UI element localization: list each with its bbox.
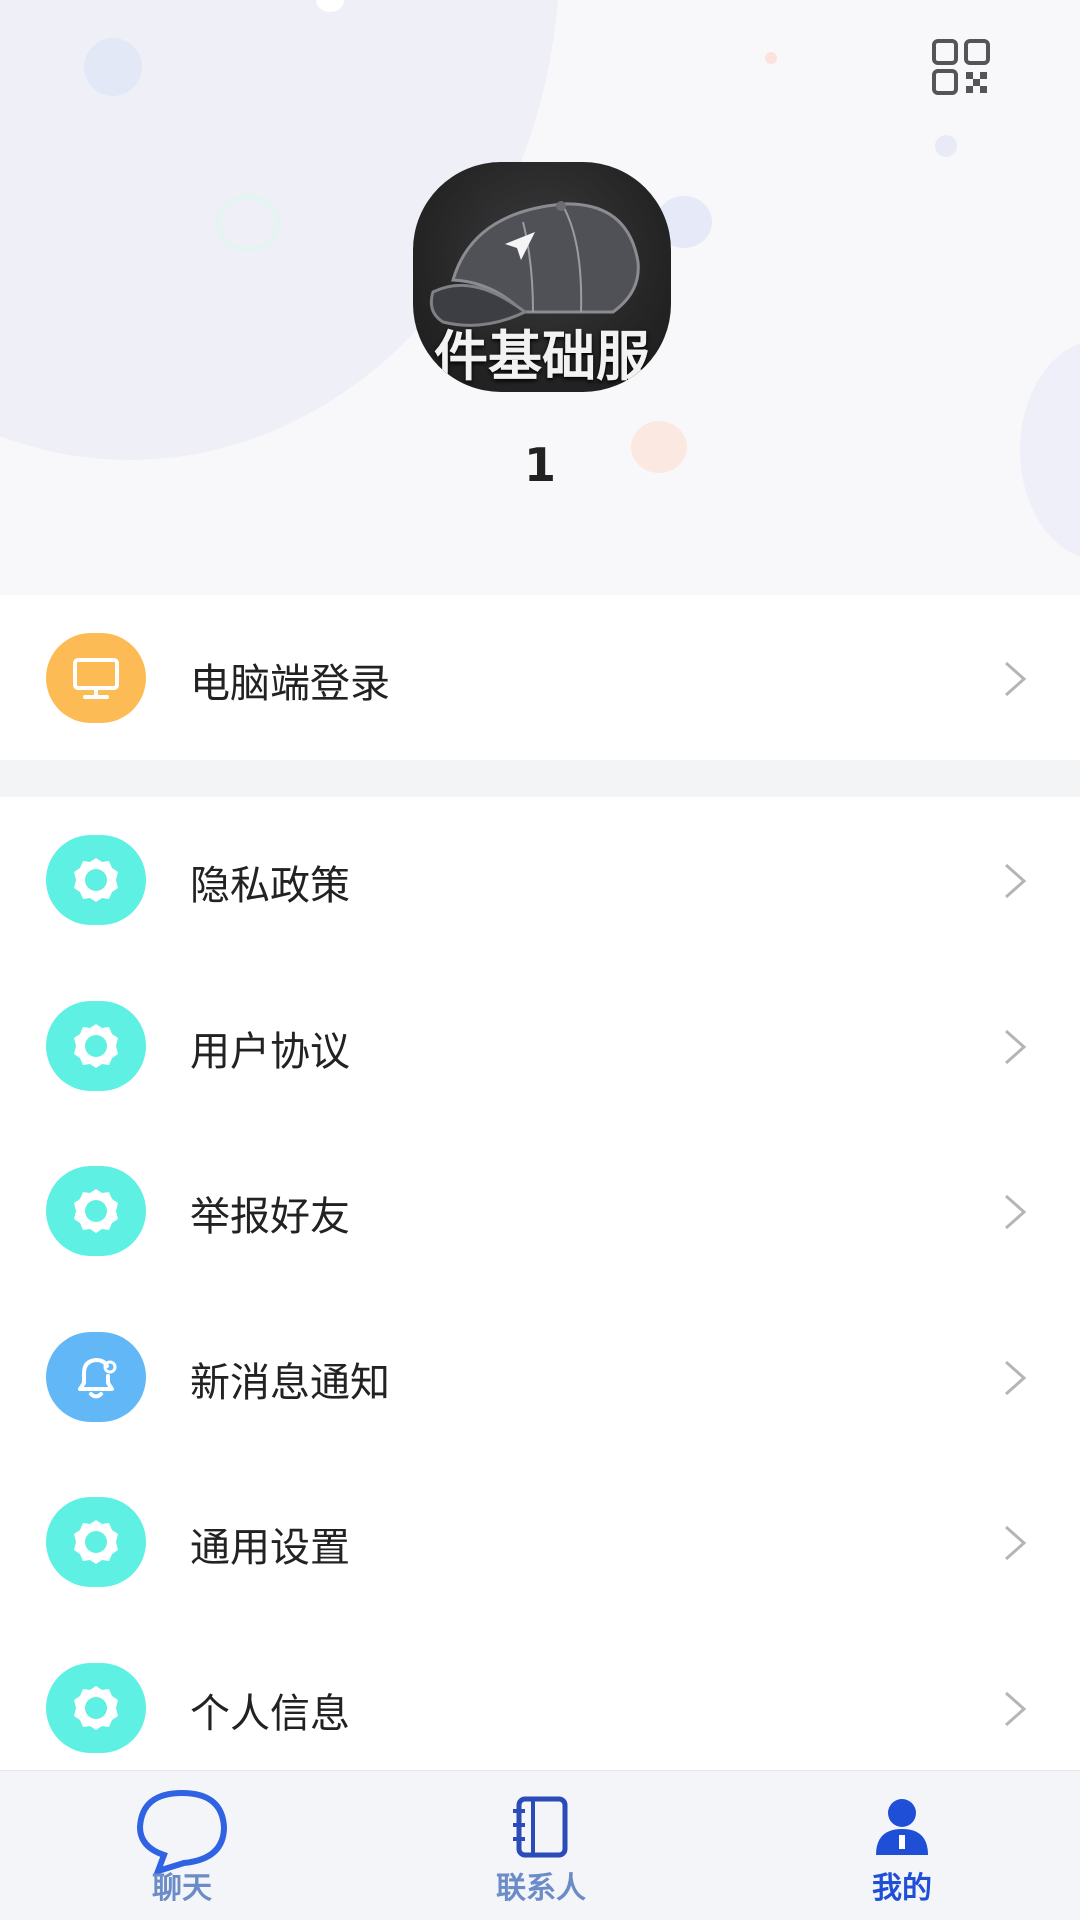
menu-label: 个人信息 [190,1690,350,1737]
decor-dot [84,38,142,96]
contacts-book-icon [513,1796,568,1858]
menu-item-new-message-notification[interactable]: 新消息通知 [0,1294,1080,1460]
menu-item-desktop-login[interactable]: 电脑端登录 [0,595,1080,760]
chevron-right-icon [1005,863,1027,899]
monitor-icon [46,633,146,723]
tab-contacts[interactable]: 联系人 [441,1771,641,1920]
decor-dot [765,52,777,64]
gear-icon [46,835,146,925]
gear-icon [46,1662,146,1753]
chevron-right-icon [1005,1691,1027,1726]
chat-bubble-icon [136,1789,228,1875]
menu-label: 电脑端登录 [190,661,390,707]
menu-group-settings: 隐私政策 用户协议 举报好友 新消息通知 通用设置 个人信息 [0,797,1080,1770]
chevron-right-icon [1005,1029,1027,1064]
chevron-right-icon [1005,1525,1027,1561]
gear-icon [46,1166,146,1256]
tab-label: 我的 [872,1871,932,1906]
menu-item-personal-info[interactable]: 个人信息 [0,1625,1080,1791]
avatar[interactable]: 件基础服 [413,162,671,392]
background-shape [1020,340,1080,560]
menu-label: 隐私政策 [190,863,350,909]
chevron-right-icon [1005,1360,1027,1395]
gear-icon [46,1000,146,1091]
gear-icon [46,1497,146,1587]
bell-icon [46,1331,146,1422]
menu-label: 举报好友 [190,1194,350,1240]
menu-label: 新消息通知 [190,1359,390,1406]
tab-label: 联系人 [496,1871,586,1906]
tab-me[interactable]: 我的 [802,1771,1002,1920]
qr-code-icon[interactable] [930,38,994,98]
menu-label: 通用设置 [190,1525,350,1571]
tab-chat[interactable]: 聊天 [82,1771,282,1920]
menu-group-desktop: 电脑端登录 [0,595,1080,760]
menu-item-user-agreement[interactable]: 用户协议 [0,963,1080,1129]
tab-label: 聊天 [152,1871,212,1906]
person-icon [876,1799,928,1855]
decor-ring [216,194,280,252]
avatar-text: 件基础服 [434,325,650,388]
bottom-tab-bar: 聊天 联系人 我的 [0,1770,1080,1920]
menu-label: 用户协议 [190,1028,350,1075]
chevron-right-icon [1005,1194,1027,1230]
username: 1 [523,438,556,492]
menu-item-privacy-policy[interactable]: 隐私政策 [0,797,1080,963]
menu-item-general-settings[interactable]: 通用设置 [0,1459,1080,1625]
decor-dot [935,135,957,157]
menu-item-report-friend[interactable]: 举报好友 [0,1128,1080,1294]
profile-header: 件基础服 1 [0,0,1080,595]
chevron-right-icon [1005,661,1027,697]
